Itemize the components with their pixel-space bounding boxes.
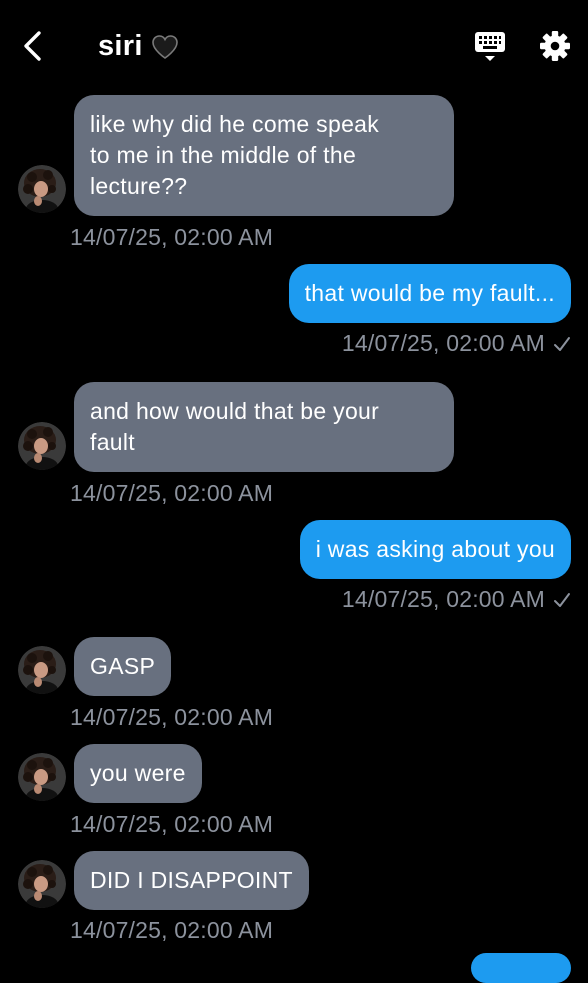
contact-avatar-image	[18, 753, 66, 801]
message-timestamp: 14/07/25, 02:00 AM	[70, 480, 274, 506]
message-timestamp: 14/07/25, 02:00 AM	[341, 330, 545, 356]
keyboard-button[interactable]	[472, 28, 508, 64]
contact-avatar-image	[18, 422, 66, 470]
keyboard-icon	[475, 32, 505, 61]
contact-avatar-image	[18, 860, 66, 908]
message-timestamp-row: 14/07/25, 02:00 AM	[342, 586, 571, 613]
message-bubble-incoming[interactable]: DID I DISAPPOINT	[74, 851, 309, 910]
message-line: and how would that be your	[90, 398, 380, 424]
contact-avatar[interactable]	[18, 646, 66, 694]
message-timestamp: 14/07/25, 02:00 AM	[70, 917, 274, 943]
contact-avatar[interactable]	[18, 860, 66, 908]
message-bubble-incoming[interactable]: GASP	[74, 637, 172, 696]
settings-button[interactable]	[537, 28, 573, 64]
back-button[interactable]	[14, 26, 50, 66]
message-line: you were	[90, 760, 186, 786]
message-bubble-incoming[interactable]: you were	[74, 744, 202, 803]
message-line: to me in the middle of the	[90, 142, 357, 168]
message-timestamp: 14/07/25, 02:00 AM	[341, 586, 545, 612]
chat-header: siri	[0, 0, 588, 92]
message-bubble-outgoing-partial[interactable]	[471, 953, 571, 983]
chat-title-group[interactable]: siri	[98, 30, 179, 63]
message-bubble-incoming[interactable]: like why did he come speak to me in the …	[74, 95, 454, 216]
message-line: fault	[90, 429, 135, 455]
message-line: i was asking about you	[315, 536, 555, 562]
message-line: that would be my fault...	[304, 280, 555, 306]
message-line: lecture??	[90, 173, 188, 199]
contact-avatar[interactable]	[18, 753, 66, 801]
message-line: DID I DISAPPOINT	[90, 867, 293, 893]
message-timestamp-row: 14/07/25, 02:00 AM	[342, 330, 571, 357]
message-bubble-incoming[interactable]: and how would that be your fault	[74, 382, 454, 472]
message-bubble-outgoing[interactable]: i was asking about you	[299, 520, 571, 579]
chat-title: siri	[98, 30, 143, 62]
message-timestamp: 14/07/25, 02:00 AM	[70, 224, 274, 250]
contact-avatar[interactable]	[18, 422, 66, 470]
chevron-left-icon	[24, 31, 41, 61]
message-bubble-outgoing[interactable]: that would be my fault...	[288, 264, 571, 323]
contact-avatar-image	[18, 165, 66, 213]
contact-avatar[interactable]	[18, 165, 66, 213]
read-check-icon	[554, 336, 570, 351]
read-check-icon	[554, 592, 570, 607]
message-line: GASP	[90, 653, 156, 679]
black-heart-icon	[151, 34, 178, 59]
message-timestamp: 14/07/25, 02:00 AM	[70, 811, 274, 837]
message-timestamp: 14/07/25, 02:00 AM	[70, 704, 274, 730]
contact-avatar-image	[18, 646, 66, 694]
message-line: like why did he come speak	[90, 111, 380, 137]
gear-icon	[540, 31, 570, 61]
